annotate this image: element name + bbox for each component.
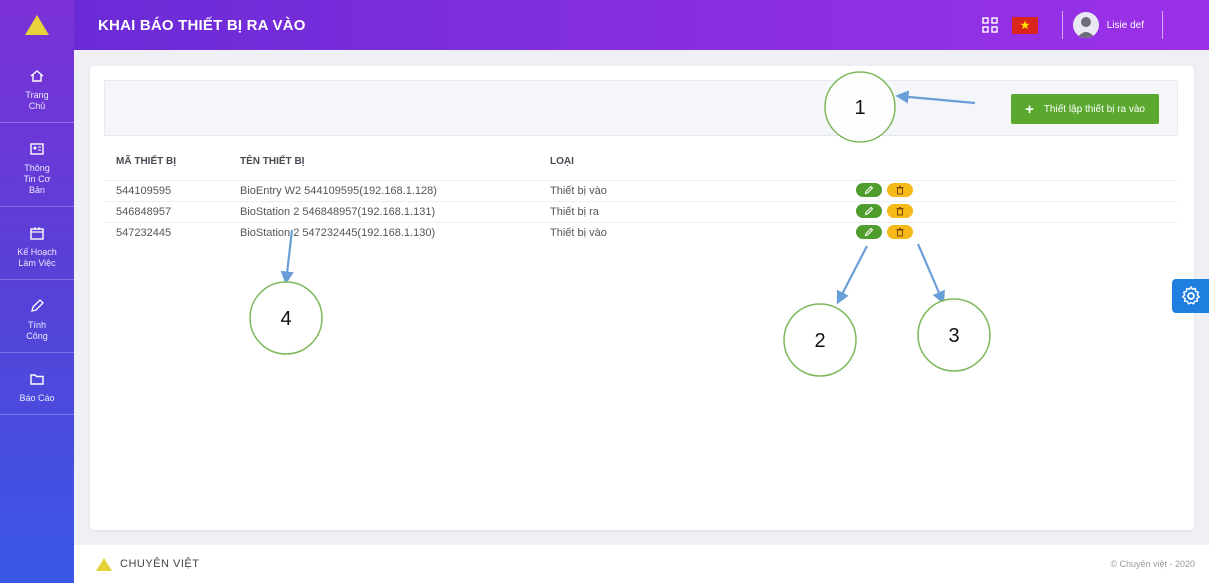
content-card: + Thiết lập thiết bị ra vào MÃ THIẾT BỊ …	[90, 66, 1194, 530]
column-header-code: MÃ THIẾT BỊ	[116, 156, 176, 168]
apps-grid-icon[interactable]	[982, 17, 998, 33]
header-divider	[1162, 11, 1163, 39]
header-actions: Lisie def	[982, 0, 1173, 50]
cell-name: BioStation 2 547232445(192.168.1.130)	[228, 221, 538, 243]
sidebar-item-reports[interactable]: Báo Cáo	[0, 353, 74, 415]
page-title: KHAI BÁO THIẾT BỊ RA VÀO	[98, 16, 306, 34]
logo-triangle-icon	[96, 557, 112, 571]
sidebar-item-label: Tính Công	[26, 320, 48, 341]
cell-type: Thiết bị ra	[538, 200, 856, 222]
table-row: 546848957 BioStation 2 546848957(192.168…	[104, 200, 1178, 222]
column-header-name: TÊN THIẾT BỊ	[240, 156, 305, 168]
table-header-row: MÃ THIẾT BỊ TÊN THIẾT BỊ LOẠI	[104, 144, 1178, 180]
plus-icon: +	[1025, 100, 1034, 118]
app-logo[interactable]	[0, 0, 74, 50]
gear-icon	[1181, 286, 1200, 305]
sidebar: Trang Chủ Thông Tin Cơ Bản Kế Hoạch Làm …	[0, 0, 74, 583]
table-row: 547232445 BioStation 2 547232445(192.168…	[104, 221, 1178, 243]
logo-triangle-icon	[25, 15, 49, 35]
add-device-label: Thiết lập thiết bị ra vào	[1043, 103, 1145, 115]
cell-code: 546848957	[104, 200, 228, 222]
cell-actions	[856, 221, 1178, 243]
id-card-icon	[30, 143, 44, 155]
top-header: KHAI BÁO THIẾT BỊ RA VÀO Lisie def	[74, 0, 1209, 50]
username[interactable]: Lisie def	[1107, 20, 1144, 31]
star-icon	[1020, 20, 1030, 30]
edit-button[interactable]	[856, 204, 882, 218]
trash-icon	[896, 228, 904, 237]
footer-logo: CHUYÊN VIỆT	[96, 557, 200, 571]
pencil-icon	[864, 227, 874, 237]
cell-code: 547232445	[104, 221, 228, 243]
folder-icon	[30, 374, 44, 385]
trash-icon	[896, 207, 904, 216]
footer: CHUYÊN VIỆT © Chuyên việt - 2020	[74, 545, 1209, 583]
sidebar-item-label: Trang Chủ	[25, 90, 49, 111]
footer-brand: CHUYÊN VIỆT	[120, 558, 200, 570]
sidebar-item-timekeeping[interactable]: Tính Công	[0, 280, 74, 353]
cell-actions	[856, 200, 1178, 222]
cell-type: Thiết bị vào	[538, 221, 856, 243]
cell-actions	[856, 179, 1178, 201]
sidebar-item-work-plan[interactable]: Kế Hoạch Làm Việc	[0, 207, 74, 280]
settings-tab[interactable]	[1172, 279, 1209, 313]
sidebar-item-label: Kế Hoạch Làm Việc	[17, 247, 57, 268]
home-icon	[30, 70, 44, 82]
delete-button[interactable]	[887, 204, 913, 218]
toolbar: + Thiết lập thiết bị ra vào	[104, 80, 1178, 136]
avatar[interactable]	[1072, 12, 1099, 38]
copyright-text: © Chuyên việt - 2020	[1110, 559, 1195, 569]
vietnam-flag-icon[interactable]	[1011, 16, 1038, 34]
delete-button[interactable]	[887, 225, 913, 240]
column-header-actions	[856, 144, 1178, 180]
sidebar-item-label: Báo Cáo	[19, 393, 55, 403]
row-actions	[856, 225, 913, 240]
header-divider	[1061, 11, 1063, 39]
sidebar-item-basic-info[interactable]: Thông Tin Cơ Bản	[0, 123, 74, 207]
edit-button[interactable]	[856, 225, 882, 240]
edit-button[interactable]	[856, 183, 882, 197]
cell-name: BioEntry W2 544109595(192.168.1.128)	[228, 179, 538, 201]
device-table: MÃ THIẾT BỊ TÊN THIẾT BỊ LOẠI 544109595 …	[104, 144, 1178, 243]
calendar-icon	[30, 227, 44, 240]
cell-name: BioStation 2 546848957(192.168.1.131)	[228, 200, 538, 222]
pencil-icon	[864, 185, 874, 195]
sidebar-item-label: Thông Tin Cơ Bản	[23, 163, 51, 195]
column-header-type: LOẠI	[550, 156, 574, 168]
pencil-icon	[31, 299, 44, 312]
cell-code: 544109595	[104, 179, 228, 201]
cell-type: Thiết bị vào	[538, 179, 856, 201]
pencil-icon	[864, 206, 874, 216]
sidebar-item-home[interactable]: Trang Chủ	[0, 50, 74, 123]
delete-button[interactable]	[887, 183, 913, 197]
add-device-button[interactable]: + Thiết lập thiết bị ra vào	[1011, 94, 1159, 124]
trash-icon	[896, 186, 904, 195]
table-row: 544109595 BioEntry W2 544109595(192.168.…	[104, 179, 1178, 201]
row-actions	[856, 183, 913, 197]
row-actions	[856, 204, 913, 218]
user-avatar-icon	[1076, 17, 1095, 38]
